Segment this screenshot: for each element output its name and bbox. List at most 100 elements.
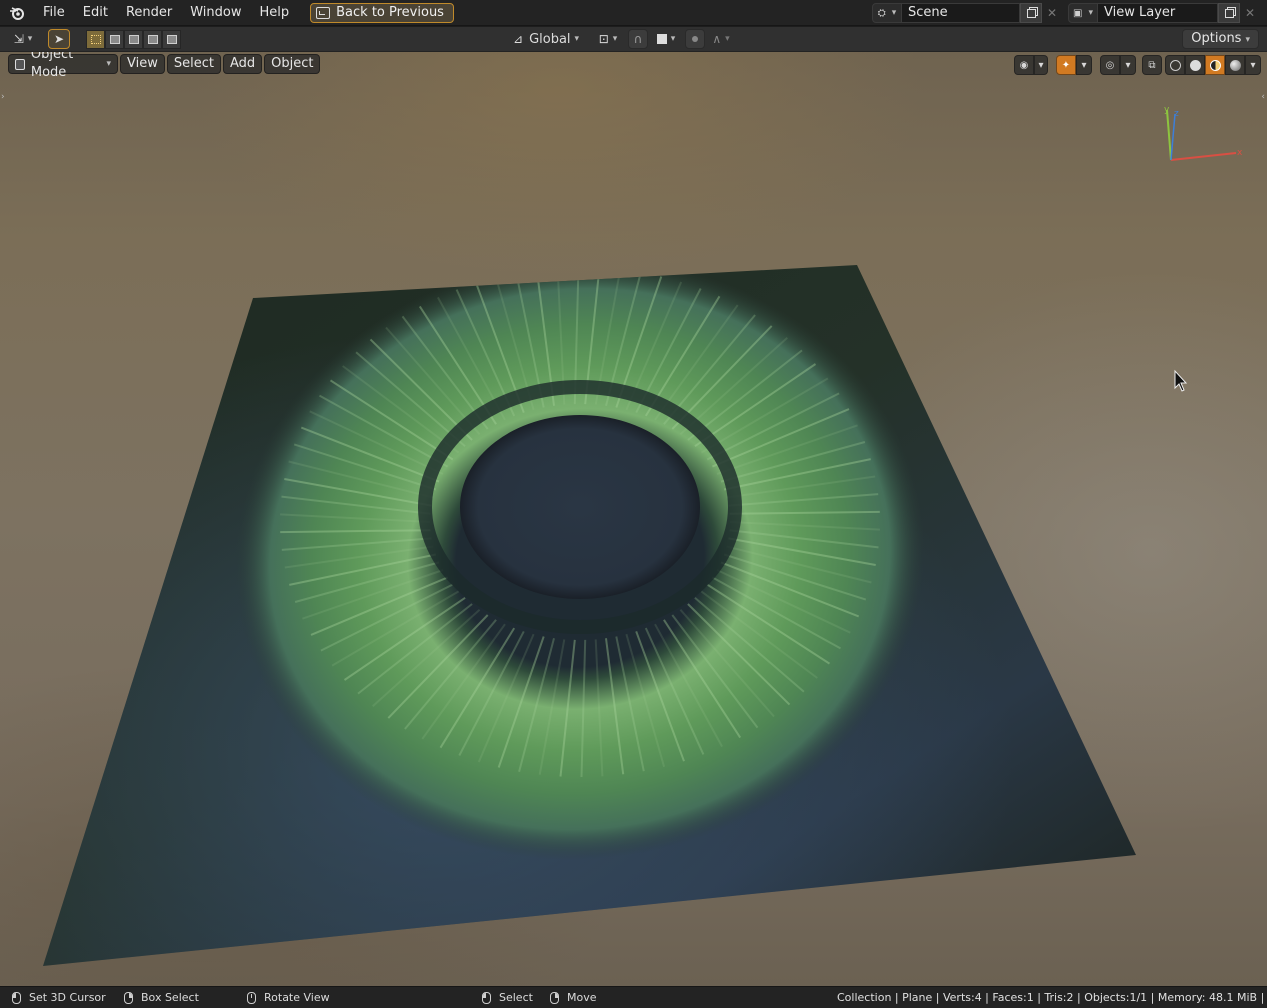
rendered-shading-icon <box>1229 59 1241 71</box>
object-mode-label: Object Mode <box>30 52 74 80</box>
scene-name-field[interactable]: Scene <box>902 3 1020 23</box>
xray-icon: ⧉ <box>1148 59 1156 71</box>
top-menu-bar: File Edit Render Window Help Back to Pre… <box>0 0 1267 26</box>
view-layer-selector: ▣ ▾ View Layer ✕ <box>1068 3 1260 23</box>
active-tool-button[interactable]: ➤ <box>48 29 70 49</box>
navigation-gizmo: x y z <box>1164 105 1243 161</box>
menu-file[interactable]: File <box>34 1 74 25</box>
viewport-header-right: ◉ ▾ ✦ ▾ ◎ ▾ ⧉ ▾ <box>1014 55 1261 75</box>
menu-edit[interactable]: Edit <box>74 1 117 25</box>
gizmo-icon: ✦ <box>1061 59 1071 71</box>
snap-toggle[interactable]: ∩ <box>628 29 648 49</box>
status-hint-label: Move <box>567 991 597 1004</box>
status-hint-set-3d-cursor: Set 3D Cursor <box>12 991 106 1004</box>
view-menu[interactable]: View <box>120 54 165 74</box>
status-bar: Set 3D Cursor Box Select Rotate View Sel… <box>0 986 1267 1008</box>
selection-mode-group <box>86 30 181 49</box>
options-dropdown[interactable]: Options ▾ <box>1182 29 1259 49</box>
back-to-previous-button[interactable]: Back to Previous <box>310 2 454 23</box>
blender-logo-icon[interactable] <box>0 0 34 26</box>
svg-text:x: x <box>1237 148 1243 158</box>
pivot-point-dropdown[interactable]: ⊡ ▾ <box>592 29 624 49</box>
scene-remove-button[interactable]: ✕ <box>1042 3 1062 23</box>
proportional-edit-toggle[interactable] <box>685 29 705 49</box>
view-layer-name-field[interactable]: View Layer <box>1098 3 1218 23</box>
menu-render[interactable]: Render <box>117 1 181 25</box>
snap-target-dropdown[interactable]: ▾ <box>650 29 682 49</box>
select-extend-icon <box>109 35 120 44</box>
mouse-left-icon <box>12 991 21 1004</box>
viewport-scene: x y z <box>43 105 1243 966</box>
wireframe-shading-icon <box>1169 59 1181 71</box>
sidebar-expand-icon[interactable]: ‹ <box>1261 92 1265 102</box>
status-hint-move: Move <box>550 991 597 1004</box>
transform-orientation-dropdown[interactable]: ⊿ Global ▾ <box>508 29 588 49</box>
editor-type-button[interactable]: ⇲ ▾ <box>6 29 40 49</box>
scene-icon: ⛭ <box>877 7 886 19</box>
select-subtract-mode-button[interactable] <box>124 30 143 49</box>
select-new-mode-button[interactable] <box>86 30 105 49</box>
add-menu[interactable]: Add <box>222 54 263 74</box>
object-mode-dropdown[interactable]: Object Mode ▾ <box>8 52 118 80</box>
select-invert-icon <box>147 35 158 44</box>
proportional-falloff-dropdown[interactable]: ∧ ▾ <box>706 29 736 49</box>
mouse-left-icon <box>482 991 491 1004</box>
back-to-previous-label: Back to Previous <box>336 5 444 20</box>
view-layer-icon: ▣ <box>1073 7 1083 19</box>
3d-viewport[interactable]: x y z Object Mode ▾ View Select Add Obje… <box>0 52 1267 986</box>
view-layer-new-button[interactable] <box>1218 3 1240 23</box>
view-layer-browse-button[interactable]: ▣ ▾ <box>1068 3 1098 23</box>
scene-new-button[interactable] <box>1020 3 1042 23</box>
duplicate-icon <box>1026 8 1036 18</box>
tool-header: ⇲ ▾ ➤ ⊿ Global ▾ ⊡ ▾ ∩ ▾ ∧ ▾ Options ▾ <box>0 27 1267 52</box>
select-intersect-mode-button[interactable] <box>162 30 181 49</box>
status-hint-label: Box Select <box>141 991 199 1004</box>
options-label: Options <box>1191 31 1242 46</box>
gizmo-dropdown[interactable]: ▾ <box>1076 55 1092 75</box>
falloff-curve-icon: ∧ <box>712 32 722 46</box>
mouse-right-icon <box>550 991 559 1004</box>
select-menu[interactable]: Select <box>166 54 221 74</box>
xray-toggle[interactable]: ⧉ <box>1142 55 1162 75</box>
scene-browse-button[interactable]: ⛭ ▾ <box>872 3 902 23</box>
visibility-selectability-button[interactable]: ◉ <box>1014 55 1034 75</box>
select-subtract-icon <box>128 35 139 44</box>
status-hint-rotate-view: Rotate View <box>247 991 330 1004</box>
rendered-shading-button[interactable] <box>1225 55 1245 75</box>
magnet-icon: ∩ <box>633 32 643 46</box>
cursor-select-icon: ➤ <box>53 32 65 46</box>
show-gizmo-toggle[interactable]: ✦ <box>1056 55 1076 75</box>
status-hint-label: Select <box>499 991 533 1004</box>
toolbar-expand-icon[interactable]: › <box>1 92 5 102</box>
overlays-dropdown[interactable]: ▾ <box>1120 55 1136 75</box>
status-hint-box-select: Box Select <box>124 991 199 1004</box>
material-preview-icon <box>1209 59 1221 71</box>
menu-help[interactable]: Help <box>251 1 299 25</box>
visibility-dropdown[interactable]: ▾ <box>1034 55 1048 75</box>
show-overlays-toggle[interactable]: ◎ <box>1100 55 1120 75</box>
svg-text:y: y <box>1164 105 1170 115</box>
object-mode-icon <box>15 58 25 70</box>
solid-shading-icon <box>1189 59 1201 71</box>
mouse-middle-icon <box>247 991 256 1004</box>
material-preview-shading-button[interactable] <box>1205 55 1225 75</box>
pivot-point-icon: ⊡ <box>598 32 609 46</box>
solid-shading-button[interactable] <box>1185 55 1205 75</box>
menu-window[interactable]: Window <box>181 1 250 25</box>
select-new-icon <box>90 35 101 44</box>
back-screen-icon <box>316 6 331 19</box>
select-intersect-icon <box>166 35 177 44</box>
status-hint-label: Set 3D Cursor <box>29 991 106 1004</box>
scene-selector: ⛭ ▾ Scene ✕ <box>872 3 1062 23</box>
orientation-icon: ⊿ <box>513 32 524 46</box>
select-extend-mode-button[interactable] <box>105 30 124 49</box>
status-hint-select: Select <box>482 991 533 1004</box>
wireframe-shading-button[interactable] <box>1165 55 1185 75</box>
view-layer-remove-button[interactable]: ✕ <box>1240 3 1260 23</box>
duplicate-icon <box>1224 8 1234 18</box>
mouse-right-icon <box>124 991 133 1004</box>
object-menu[interactable]: Object <box>264 54 321 74</box>
shading-dropdown[interactable]: ▾ <box>1245 55 1261 75</box>
scene-statistics: Collection | Plane | Verts:4 | Faces:1 |… <box>837 991 1267 1004</box>
select-invert-mode-button[interactable] <box>143 30 162 49</box>
